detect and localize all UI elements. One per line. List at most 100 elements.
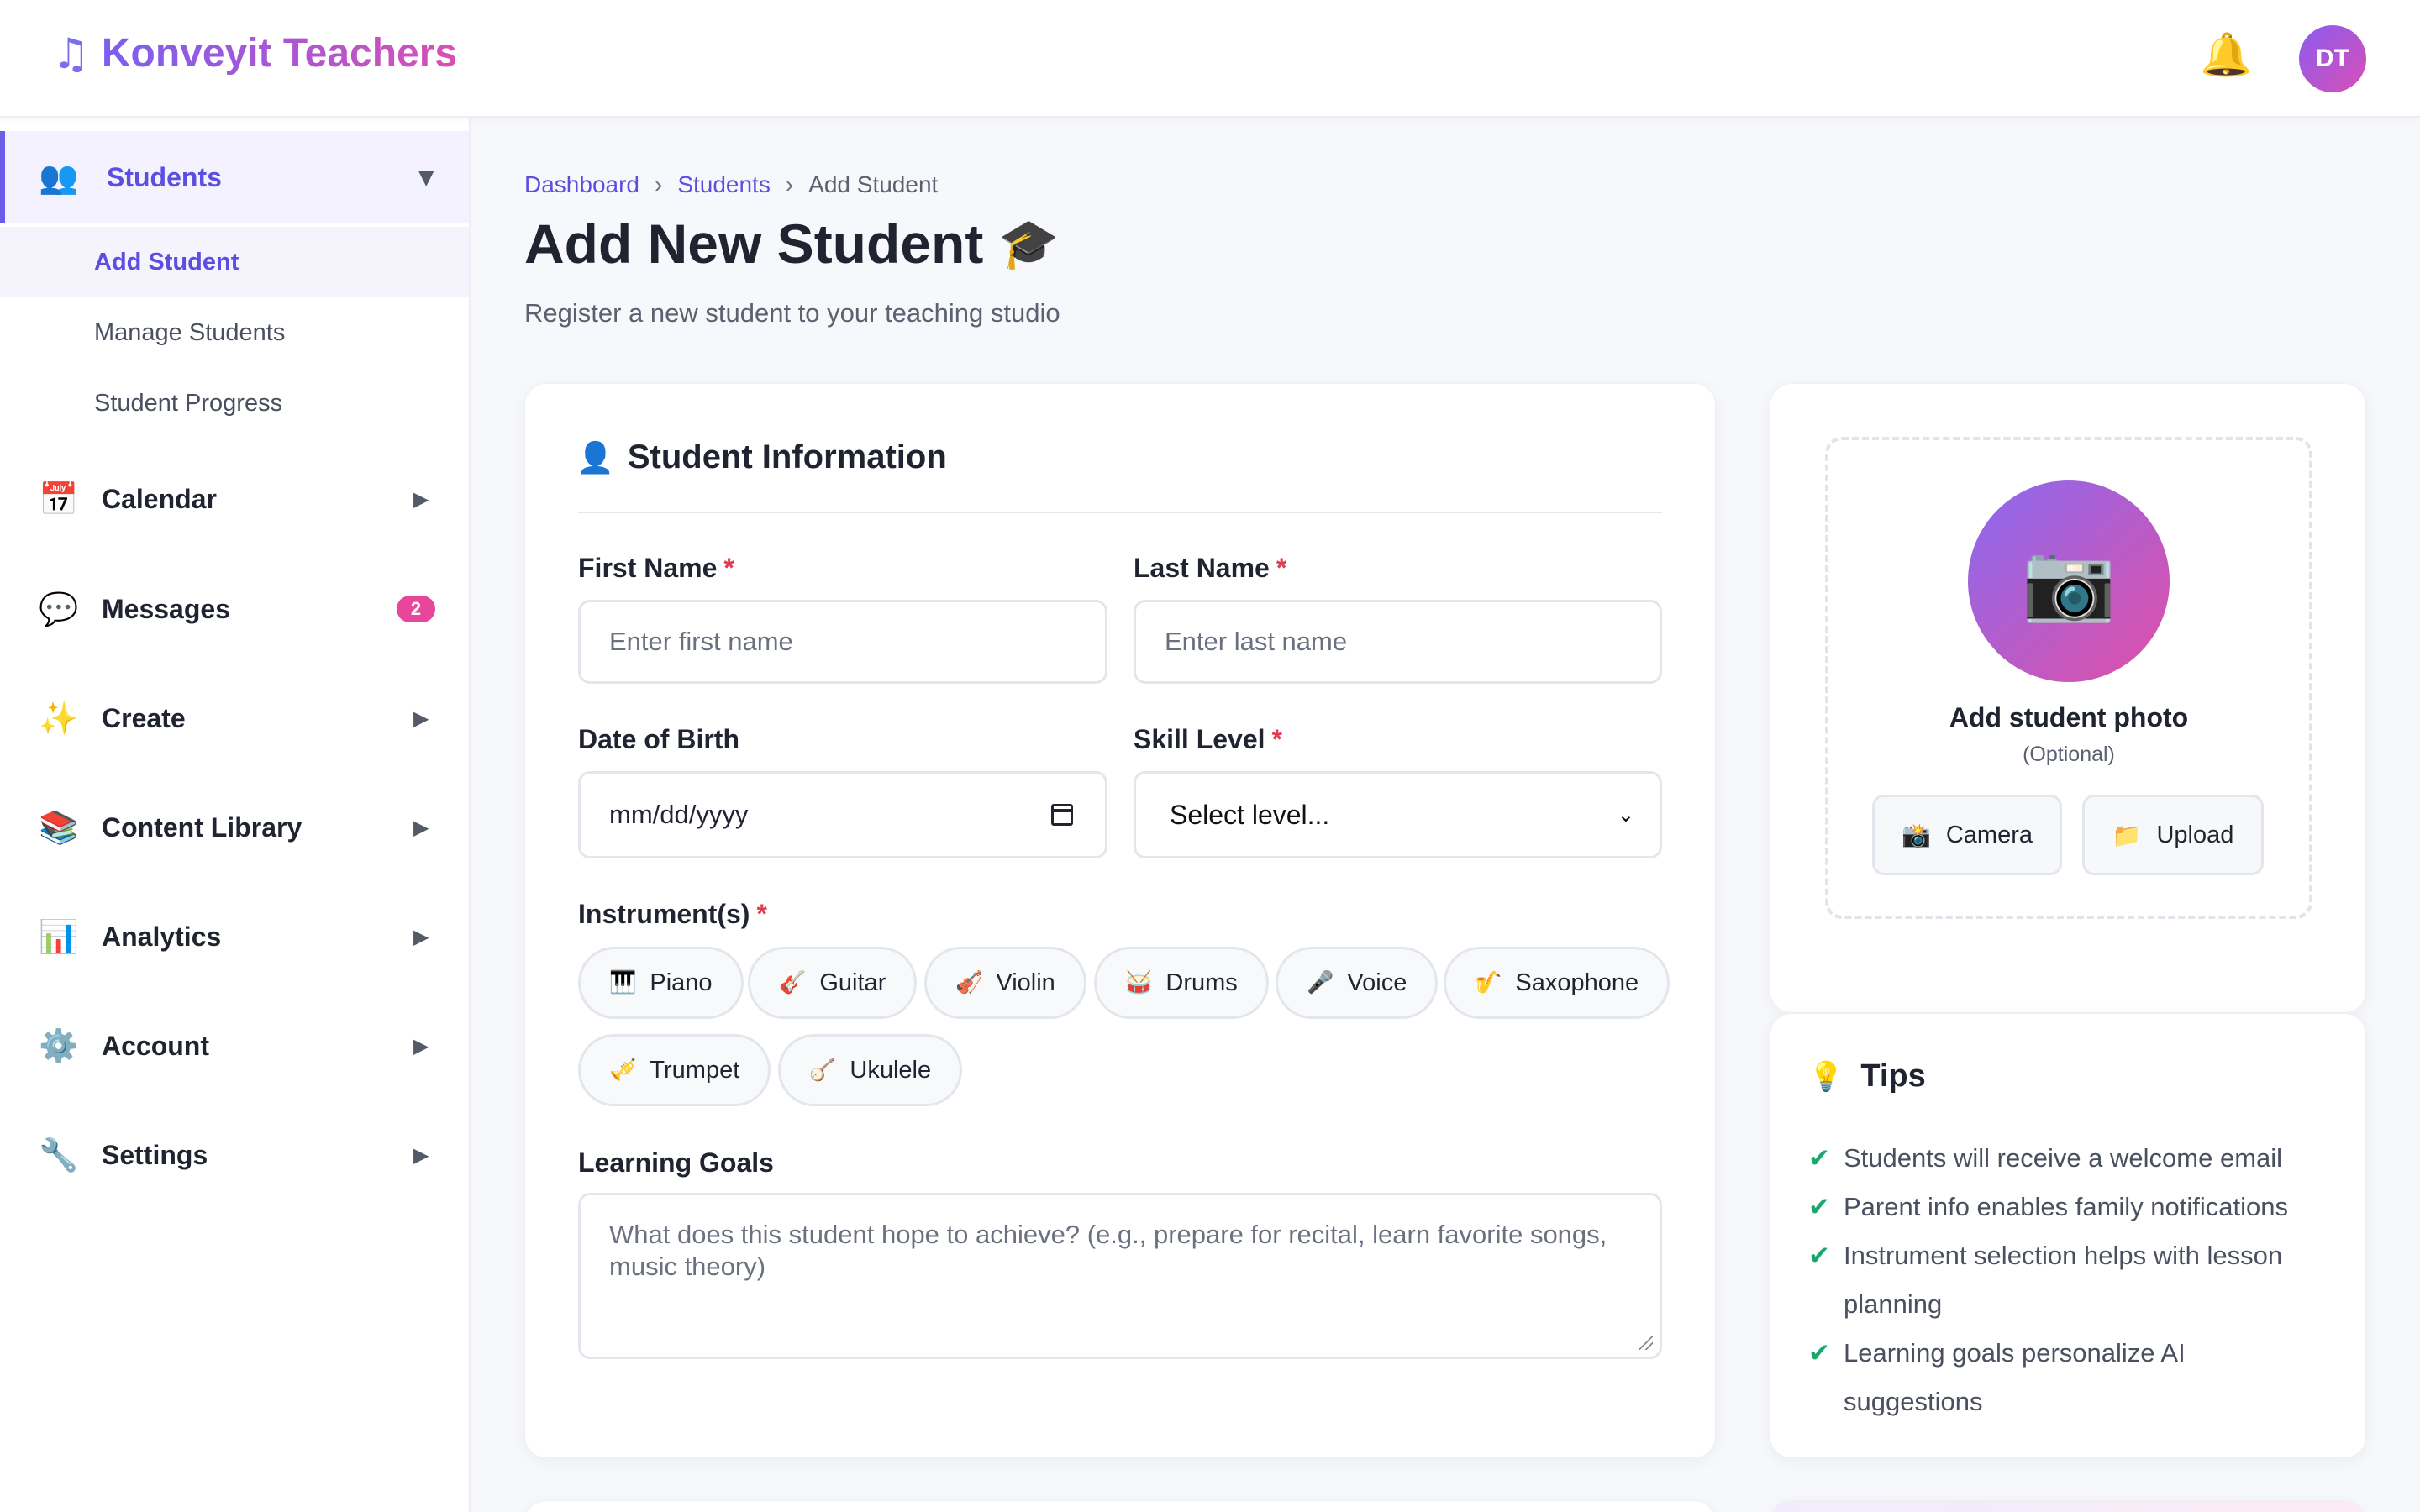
violin-icon: 🎻 bbox=[955, 970, 983, 995]
sidebar-item-label: Settings bbox=[102, 1139, 208, 1170]
instrument-chip-trumpet[interactable]: 🎺 Trumpet bbox=[578, 1034, 771, 1106]
sidebar-item-account[interactable]: ⚙️ Account ▶ bbox=[0, 1000, 469, 1092]
user-avatar[interactable]: DT bbox=[2299, 25, 2366, 92]
sidebar-item-create[interactable]: ✨ Create ▶ bbox=[0, 672, 469, 764]
learning-goals-label: Learning Goals bbox=[578, 1147, 774, 1179]
required-asterisk: * bbox=[756, 899, 767, 929]
breadcrumb: Dashboard › Students › Add Student bbox=[524, 171, 938, 198]
learning-goals-textarea[interactable]: What does this student hope to achieve? … bbox=[578, 1193, 1662, 1359]
banjo-icon: 🪕 bbox=[809, 1058, 837, 1083]
skill-level-label: Skill Level * bbox=[1134, 724, 1282, 755]
instrument-chip-violin[interactable]: 🎻 Violin bbox=[924, 947, 1086, 1019]
section-divider bbox=[578, 512, 1662, 513]
breadcrumb-dashboard[interactable]: Dashboard bbox=[524, 171, 639, 198]
sidebar-item-label: Content Library bbox=[102, 811, 302, 843]
chip-label: Voice bbox=[1347, 969, 1407, 996]
sidebar-item-analytics[interactable]: 📊 Analytics ▶ bbox=[0, 890, 469, 983]
tip-item: ✔ Students will receive a welcome email bbox=[1808, 1134, 2329, 1183]
required-asterisk: * bbox=[723, 553, 734, 583]
calendar-icon: 📅 bbox=[39, 480, 79, 517]
chip-label: Trumpet bbox=[650, 1056, 740, 1084]
next-side-card bbox=[1770, 1500, 2366, 1512]
chevron-right-icon: ▶ bbox=[413, 487, 429, 511]
guitar-icon: 🎸 bbox=[779, 970, 807, 995]
lightbulb-icon: 💡 bbox=[1808, 1059, 1844, 1094]
sidebar-item-label: Create bbox=[102, 702, 186, 733]
learning-goals-label-text: Learning Goals bbox=[578, 1147, 774, 1178]
tip-text: Learning goals personalize AI suggestion… bbox=[1844, 1338, 2186, 1416]
notification-bell-icon[interactable]: 🔔 bbox=[2200, 34, 2252, 76]
required-asterisk: * bbox=[1276, 553, 1287, 583]
camera-button-label: Camera bbox=[1945, 821, 2033, 848]
upload-button-label: Upload bbox=[2156, 821, 2234, 848]
breadcrumb-students[interactable]: Students bbox=[677, 171, 771, 198]
chevron-right-icon: ▶ bbox=[413, 706, 429, 730]
next-section-card bbox=[524, 1500, 1716, 1512]
instrument-chip-drums[interactable]: 🥁 Drums bbox=[1094, 947, 1269, 1019]
check-icon: ✔ bbox=[1808, 1241, 1830, 1271]
sidebar-item-label: Calendar bbox=[102, 483, 217, 514]
chevron-down-icon: ▼ bbox=[418, 165, 434, 189]
sparkles-icon: ✨ bbox=[39, 700, 79, 737]
speech-bubble-icon: 💬 bbox=[39, 591, 79, 627]
camera-flash-icon: 📸 bbox=[1901, 821, 1931, 849]
last-name-input[interactable] bbox=[1134, 600, 1662, 684]
sidebar-item-messages[interactable]: 💬 Messages 2 bbox=[0, 563, 469, 655]
camera-button[interactable]: 📸 Camera bbox=[1872, 795, 2062, 875]
sidebar-item-label: Students bbox=[107, 161, 222, 192]
breadcrumb-separator: › bbox=[654, 171, 663, 197]
top-bar: ♫ Konveyit Teachers 🔔 DT bbox=[0, 0, 2420, 118]
sidebar-item-students[interactable]: 👥 Students ▼ bbox=[0, 131, 469, 223]
page-title-text: Add New Student bbox=[524, 213, 984, 275]
date-of-birth-input[interactable]: mm/dd/yyyy bbox=[578, 771, 1107, 858]
section-title: 👤 Student Information bbox=[576, 438, 947, 476]
last-name-label: Last Name * bbox=[1134, 553, 1286, 584]
music-note-icon: ♫ bbox=[52, 29, 90, 78]
upload-button[interactable]: 📁 Upload bbox=[2082, 795, 2264, 875]
skill-level-label-text: Skill Level bbox=[1134, 724, 1265, 754]
chevron-down-icon: ⌄ bbox=[1617, 803, 1634, 827]
camera-icon[interactable]: 📷 bbox=[1968, 480, 2170, 682]
first-name-input[interactable] bbox=[578, 600, 1107, 684]
sidebar-subitem-add-student[interactable]: Add Student bbox=[0, 227, 469, 297]
resize-handle[interactable] bbox=[1639, 1336, 1653, 1350]
chevron-right-icon: ▶ bbox=[413, 1143, 429, 1167]
first-name-label-text: First Name bbox=[578, 553, 718, 583]
tip-item: ✔ Learning goals personalize AI suggestio… bbox=[1808, 1329, 2329, 1426]
instrument-chip-saxophone[interactable]: 🎷 Saxophone bbox=[1444, 947, 1670, 1019]
instrument-chip-ukulele[interactable]: 🪕 Ukulele bbox=[778, 1034, 963, 1106]
drum-icon: 🥁 bbox=[1125, 970, 1153, 995]
instruments-label: Instrument(s) * bbox=[578, 899, 767, 930]
breadcrumb-current: Add Student bbox=[808, 171, 939, 197]
skill-level-select[interactable]: Select level... ⌄ bbox=[1134, 771, 1662, 858]
instrument-chip-guitar[interactable]: 🎸 Guitar bbox=[748, 947, 918, 1019]
tips-list: ✔ Students will receive a welcome email ✔… bbox=[1808, 1134, 2329, 1426]
sidebar-subitem-manage-students[interactable]: Manage Students bbox=[0, 297, 469, 368]
chevron-right-icon: ▶ bbox=[413, 925, 429, 948]
photo-optional-hint: (Optional) bbox=[2023, 743, 2115, 766]
chip-label: Drums bbox=[1165, 969, 1238, 996]
gear-icon: ⚙️ bbox=[39, 1027, 79, 1064]
sidebar-subitem-student-progress[interactable]: Student Progress bbox=[0, 368, 469, 438]
chevron-right-icon: ▶ bbox=[413, 816, 429, 839]
unread-count-badge: 2 bbox=[397, 596, 435, 622]
sidebar-item-label: Messages bbox=[102, 593, 230, 624]
sidebar-item-calendar[interactable]: 📅 Calendar ▶ bbox=[0, 453, 469, 545]
instrument-chip-piano[interactable]: 🎹 Piano bbox=[578, 947, 744, 1019]
dob-label: Date of Birth bbox=[578, 724, 739, 755]
instrument-chip-voice[interactable]: 🎤 Voice bbox=[1276, 947, 1439, 1019]
person-icon: 👤 bbox=[576, 440, 614, 475]
brand-name: Konveyit Teachers bbox=[101, 31, 458, 76]
people-icon: 👥 bbox=[39, 159, 79, 196]
date-value: mm/dd/yyyy bbox=[609, 800, 749, 829]
learning-goals-placeholder: What does this student hope to achieve? … bbox=[609, 1220, 1607, 1281]
wrench-icon: 🔧 bbox=[39, 1137, 79, 1173]
calendar-picker-icon[interactable] bbox=[1051, 804, 1073, 826]
books-icon: 📚 bbox=[39, 809, 79, 846]
brand[interactable]: ♫ Konveyit Teachers bbox=[52, 30, 457, 76]
sidebar-item-content-library[interactable]: 📚 Content Library ▶ bbox=[0, 781, 469, 874]
required-asterisk: * bbox=[1271, 724, 1282, 754]
sidebar-item-settings[interactable]: 🔧 Settings ▶ bbox=[0, 1109, 469, 1201]
trumpet-icon: 🎺 bbox=[609, 1058, 637, 1083]
tip-text: Instrument selection helps with lesson p… bbox=[1844, 1241, 2283, 1319]
